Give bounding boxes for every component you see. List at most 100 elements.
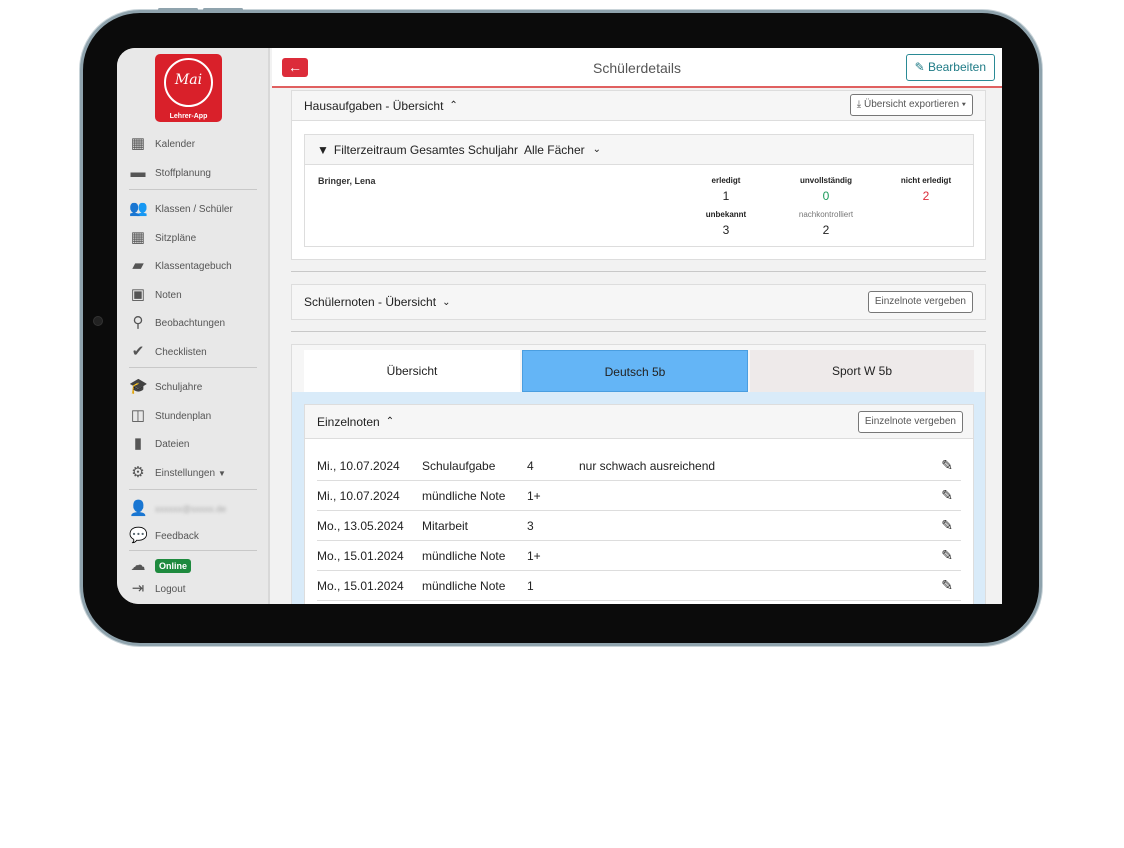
page-title: Schülerdetails: [593, 60, 681, 76]
grade-value: 1+: [527, 548, 541, 563]
edit-pencil-icon[interactable]: ✎: [941, 517, 953, 534]
grade-value: 1: [527, 578, 534, 593]
nav-label: Sitzpläne: [155, 232, 197, 244]
edit-label: Bearbeiten: [927, 60, 986, 74]
stat-label: erledigt: [711, 176, 741, 185]
cloud-icon: ☁: [130, 557, 146, 574]
sidebar-item-klassentagebuch[interactable]: ▰ Klassentagebuch: [129, 258, 232, 274]
sidebar-item-stundenplan[interactable]: ◫ Stundenplan: [129, 408, 211, 424]
stat-label: nachkontrolliert: [798, 210, 854, 219]
filter-header[interactable]: ▼ Filterzeitraum Gesamtes Schuljahr Alle …: [305, 135, 973, 165]
nav-label: Einstellungen: [155, 467, 216, 479]
file-icon: ▮: [133, 435, 143, 452]
grade-date: Mi., 10.07.2024: [317, 458, 400, 473]
single-grades-card: Einzelnoten ⌃ Einzelnote vergeben Mi., 10…: [304, 404, 974, 604]
nav-label: Checklisten: [155, 346, 207, 358]
top-bar: ← Schülerdetails ✎ Bearbeiten: [272, 48, 1002, 88]
grades-card: Schülernoten - Übersicht ⌄ Einzelnote ver…: [291, 284, 986, 320]
user-email-blurred: xxxxxx@xxxxx.de: [155, 504, 227, 514]
screen: Mai Lehrer-App ▦ Kalender ▬ Stoffplanung 👥 K…: [117, 48, 1002, 604]
gear-icon: ⚙: [131, 464, 145, 481]
nav-label: Beobachtungen: [155, 317, 226, 329]
homework-card: Hausaufgaben - Übersicht ⌃ ⤓ Übersicht ex…: [291, 90, 986, 260]
stat-unvollstaendig: unvollständig 0: [781, 176, 871, 203]
grade-row: Mo., 15.01.2024 mündliche Note 1 ✎: [317, 571, 961, 601]
sidebar-item-beobachtungen[interactable]: ⚲ Beobachtungen: [129, 315, 226, 331]
tab-deutsch-5b[interactable]: Deutsch 5b: [522, 350, 748, 392]
edit-button[interactable]: ✎ Bearbeiten: [905, 54, 995, 81]
nav-label: Noten: [155, 289, 182, 301]
divider: [291, 331, 986, 332]
grade-type: mündliche Note: [422, 488, 506, 503]
grade-date: Mi., 10.07.2024: [317, 488, 400, 503]
export-label: Übersicht exportieren: [863, 99, 960, 110]
stat-label: unvollständig: [800, 176, 852, 185]
logo-mark: Mai: [164, 58, 213, 107]
single-grades-title: Einzelnoten: [317, 414, 380, 429]
nav-label: Schuljahre: [155, 381, 203, 393]
sidebar-item-feedback[interactable]: 💬 Feedback: [129, 528, 199, 544]
sidebar-item-stoffplanung[interactable]: ▬ Stoffplanung: [129, 165, 211, 181]
logout-icon: ⇥: [131, 580, 145, 597]
contact-book-icon: ▣: [130, 286, 146, 303]
stat-unbekannt: unbekannt 3: [681, 210, 771, 237]
grade-type: mündliche Note: [422, 548, 506, 563]
chevron-up-icon: ⌃: [449, 100, 458, 111]
sidebar-item-dateien[interactable]: ▮ Dateien: [129, 435, 190, 452]
user-account[interactable]: 👤 xxxxxx@xxxxx.de: [129, 501, 226, 517]
assign-grade-button[interactable]: Einzelnote vergeben: [867, 291, 973, 313]
nav-label: Feedback: [155, 530, 199, 542]
grade-row: Mi., 10.07.2024 mündliche Note 1+ ✎: [317, 481, 961, 511]
camera: [93, 316, 103, 326]
sidebar-item-schuljahre[interactable]: 🎓 Schuljahre: [129, 379, 202, 395]
grade-value: 1+: [527, 488, 541, 503]
grade-value: 4: [527, 458, 534, 473]
edit-pencil-icon[interactable]: ✎: [941, 487, 953, 504]
edit-pencil-icon[interactable]: ✎: [941, 457, 953, 474]
sidebar-item-logout[interactable]: ⇥ Logout: [129, 581, 186, 597]
nav-label: Kalender: [155, 138, 196, 150]
chevron-up-icon: ⌃: [385, 416, 395, 427]
app-logo[interactable]: Mai Lehrer-App: [155, 54, 222, 122]
grade-row: Mo., 13.05.2024 Mitarbeit 3 ✎: [317, 511, 961, 541]
graduation-cap-icon: 🎓: [129, 378, 148, 395]
stat-label: nicht erledigt: [900, 176, 952, 185]
student-name: Bringer, Lena: [318, 176, 376, 186]
homework-title: Hausaufgaben - Übersicht: [304, 98, 444, 113]
grade-date: Mo., 13.05.2024: [317, 518, 404, 533]
assign-grade-button[interactable]: Einzelnote vergeben: [857, 411, 963, 433]
divider: [291, 271, 986, 272]
logo-subtitle: Lehrer-App: [169, 113, 208, 120]
stat-nachkontrolliert: nachkontrolliert 2: [781, 210, 871, 237]
sidebar: Mai Lehrer-App ▦ Kalender ▬ Stoffplanung 👥 K…: [117, 48, 270, 604]
grade-date: Mo., 15.01.2024: [317, 578, 404, 593]
online-badge: Online: [155, 559, 192, 573]
export-overview-button[interactable]: ⤓ Übersicht exportieren ▾: [849, 94, 973, 116]
sidebar-item-kalender[interactable]: ▦ Kalender: [129, 136, 195, 152]
sidebar-item-checklisten[interactable]: ✔ Checklisten: [129, 344, 207, 360]
grade-type: Mitarbeit: [422, 518, 469, 533]
divider: [129, 489, 257, 490]
chevron-down-icon: ⌄: [442, 296, 451, 308]
nav-label: Stundenplan: [155, 410, 212, 422]
stat-nicht-erledigt: nicht erledigt 2: [881, 176, 971, 203]
grade-note: nur schwach ausreichend: [579, 458, 716, 473]
stat-erledigt: erledigt 1: [681, 176, 771, 203]
sidebar-item-klassen[interactable]: 👥 Klassen / Schüler: [129, 201, 233, 217]
edit-pencil-icon[interactable]: ✎: [941, 547, 953, 564]
grade-type: Schulaufgabe: [422, 458, 496, 473]
sidebar-item-sitzplaene[interactable]: ▦ Sitzpläne: [129, 230, 196, 246]
edit-pencil-icon[interactable]: ✎: [941, 577, 953, 594]
download-icon: ⤓: [856, 99, 864, 110]
grade-date: Mo., 15.01.2024: [317, 548, 404, 563]
sidebar-item-einstellungen[interactable]: ⚙ Einstellungen ▼: [129, 465, 226, 481]
divider: [129, 367, 257, 368]
tab-sport-w-5b[interactable]: Sport W 5b: [750, 350, 974, 392]
stat-value: 0: [822, 189, 830, 203]
sidebar-item-noten[interactable]: ▣ Noten: [129, 287, 182, 303]
tab-uebersicht[interactable]: Übersicht: [304, 350, 520, 392]
grade-value: 3: [527, 518, 534, 533]
chevron-down-icon: ⌄: [592, 144, 602, 155]
stat-value: 2: [922, 189, 930, 203]
archive-icon: ▬: [130, 164, 146, 181]
